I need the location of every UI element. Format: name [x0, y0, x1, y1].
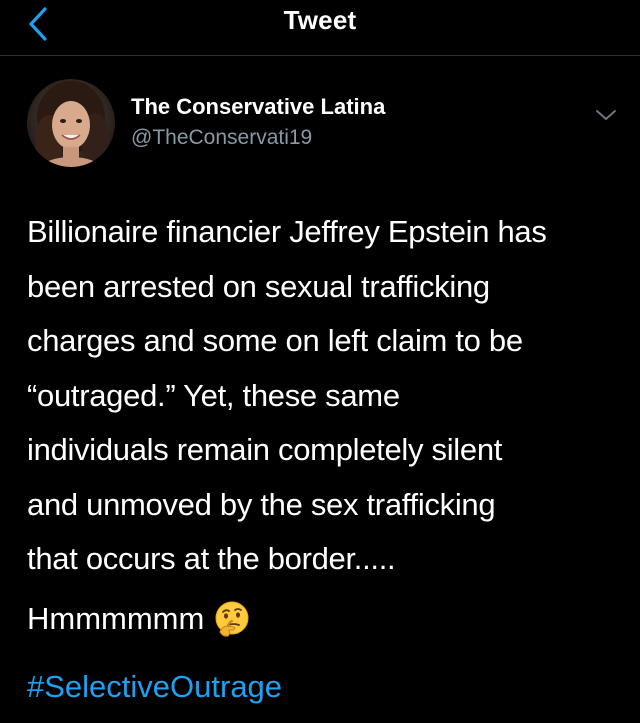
- page-title: Tweet: [283, 5, 357, 35]
- tweet-text-line: and unmoved by the sex trafficking: [27, 486, 496, 522]
- author-name[interactable]: The Conservative Latina: [131, 94, 385, 120]
- avatar[interactable]: [27, 79, 115, 167]
- author-row: The Conservative Latina @TheConservati19: [0, 76, 640, 172]
- reaction-text: Hmmmmmm: [27, 601, 205, 636]
- hashtag-link[interactable]: #SelectiveOutrage: [27, 660, 282, 714]
- tweet-text-line: charges and some on left claim to be: [27, 323, 523, 358]
- header-bar: Tweet: [0, 0, 640, 56]
- chevron-down-icon: [596, 110, 616, 120]
- tweet-screen: Tweet The Conservative Latina @TheConser…: [0, 0, 640, 723]
- tweet-text-line: “outraged.” Yet, these same: [27, 377, 400, 413]
- author-handle[interactable]: @TheConservati19: [131, 126, 312, 150]
- tweet-text-line: been arrested on sexual trafficking: [27, 268, 490, 304]
- tweet-text-line: individuals remain completely silent: [27, 432, 503, 467]
- tweet-menu-button[interactable]: [588, 100, 624, 130]
- tweet-text-line: Billionaire financier Jeffrey Epstein ha…: [27, 214, 547, 249]
- tweet-reaction: Hmmmmmm: [27, 592, 252, 646]
- tweet-text: Billionaire financier Jeffrey Epstein ha…: [27, 205, 627, 587]
- avatar-photo: [27, 79, 115, 167]
- tweet-text-line: that occurs at the border.....: [27, 541, 396, 576]
- thinking-face-icon: [215, 601, 249, 637]
